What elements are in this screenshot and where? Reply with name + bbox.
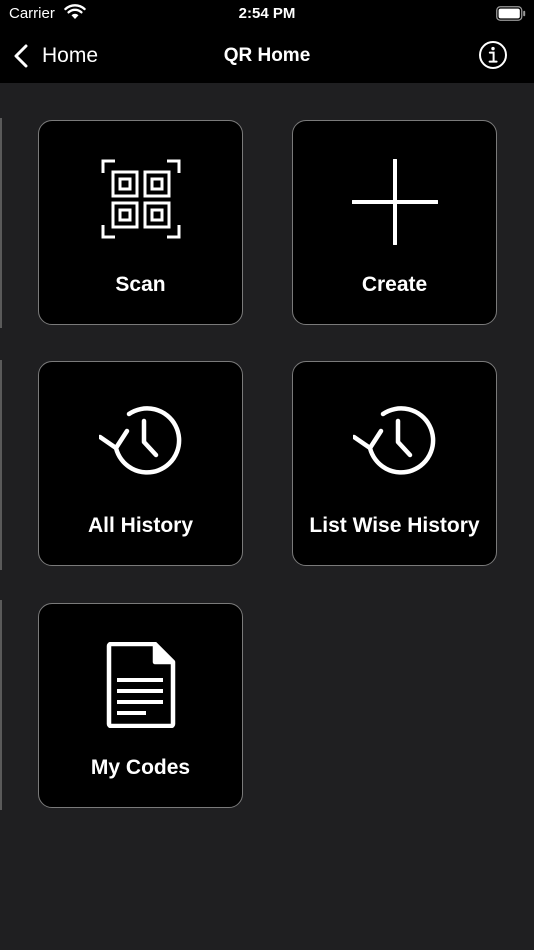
scan-tile[interactable]: Scan (38, 120, 243, 325)
all-history-tile[interactable]: All History (38, 361, 243, 566)
qr-code-icon (39, 159, 242, 239)
edge-divider (0, 360, 2, 570)
edge-divider (0, 600, 2, 810)
all-history-label: All History (87, 514, 194, 537)
history-icon (39, 400, 242, 480)
list-wise-history-tile[interactable]: List Wise History (292, 361, 497, 566)
document-icon (39, 642, 242, 728)
my-codes-label: My Codes (90, 756, 191, 779)
history-icon (293, 400, 496, 480)
plus-icon (293, 159, 496, 245)
scan-label: Scan (115, 273, 166, 296)
status-time: 2:54 PM (238, 5, 296, 22)
list-wise-history-label: List Wise History (309, 514, 480, 537)
edge-divider (0, 118, 2, 328)
create-tile[interactable]: Create (292, 120, 497, 325)
info-icon (479, 41, 507, 69)
status-bar: Carrier 2:54 PM (0, 0, 534, 28)
navigation-bar: Home QR Home (0, 28, 534, 83)
my-codes-tile[interactable]: My Codes (38, 603, 243, 808)
page-title: QR Home (223, 45, 311, 66)
info-button[interactable] (478, 40, 508, 75)
create-label: Create (361, 273, 428, 296)
battery-icon (496, 6, 526, 26)
